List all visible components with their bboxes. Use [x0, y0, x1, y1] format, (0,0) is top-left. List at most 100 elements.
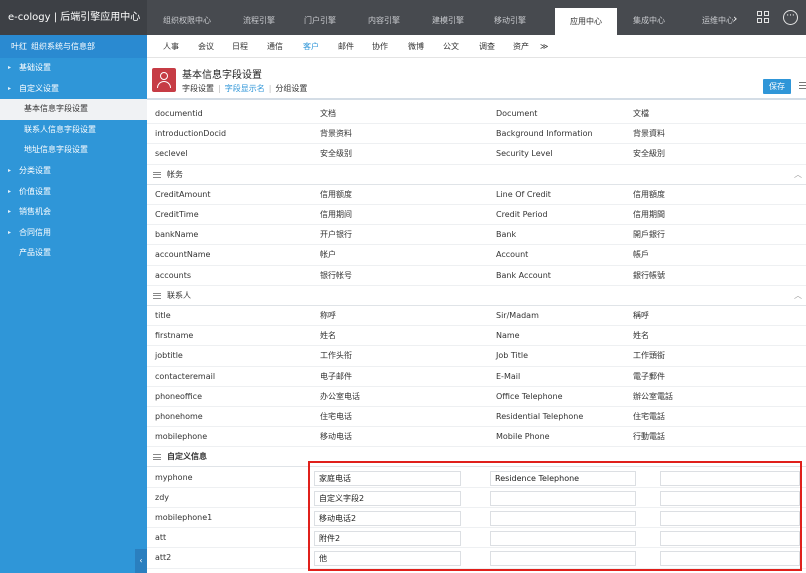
sidebar-item[interactable]: 联系人信息字段设置	[0, 120, 147, 141]
label-tw: 電子郵件	[633, 371, 665, 381]
table-row: phonehome 住宅电话 Residential Telephone 住宅電話	[147, 407, 806, 428]
table-row: CreditTime 信用期间 Credit Period 信用期間	[147, 205, 806, 226]
table-row: phoneoffice 办公室电话 Office Telephone 辦公室電話	[147, 387, 806, 407]
label-zh-input[interactable]: 家庭电话	[314, 470, 461, 486]
sidebar-item[interactable]: 产品设置	[0, 243, 147, 264]
section-header[interactable]: 自定义信息	[147, 447, 806, 468]
sidebar-item[interactable]: ▸ 分类设置	[0, 161, 147, 182]
page-tab[interactable]: 分组设置	[275, 84, 307, 93]
label-tw: 信用期間	[633, 210, 665, 219]
sidebar-item[interactable]: 地址信息字段设置	[0, 140, 147, 161]
module-tab[interactable]: 邮件	[338, 35, 354, 58]
field-name: myphone	[155, 472, 193, 482]
label-zh: 背景资料	[320, 129, 352, 139]
top-nav-item[interactable]: 建模引擎	[417, 0, 479, 35]
field-name: contacteremail	[155, 371, 216, 381]
label-en: Background Information	[496, 129, 593, 139]
table-row: accountName 帐户 Account 帳戶	[147, 245, 806, 266]
field-name: phoneoffice	[155, 391, 202, 401]
label-tw-input[interactable]	[660, 551, 800, 567]
sidebar-item[interactable]: ▸ 合同信用	[0, 223, 147, 244]
module-tab[interactable]: 客户	[303, 35, 319, 58]
module-tab[interactable]: 调查	[479, 35, 495, 58]
chevron-up-icon[interactable]: ︿	[794, 286, 802, 306]
table-row: zdy 自定义字段2	[147, 488, 806, 508]
sidebar-item[interactable]: 基本信息字段设置	[0, 99, 147, 120]
label-zh: 文档	[320, 109, 336, 118]
field-name: jobtitle	[155, 351, 183, 361]
module-tab[interactable]: 日程	[232, 35, 248, 58]
save-button[interactable]: 保存	[763, 79, 791, 94]
label-zh-input[interactable]: 移动电话2	[314, 511, 461, 526]
sidebar-item[interactable]: ▸ 基础设置	[0, 58, 147, 79]
section-label: 联系人	[167, 290, 191, 300]
label-en: Job Title	[496, 351, 529, 361]
top-nav-item[interactable]: 内容引擎	[353, 0, 415, 35]
label-tw-input[interactable]	[660, 470, 800, 486]
table-row: documentid 文档 Document 文檔	[147, 104, 806, 125]
module-tab[interactable]: 协作	[372, 35, 388, 58]
table-row: jobtitle 工作头衔 Job Title 工作頭銜	[147, 346, 806, 367]
caret-right-icon: ▸	[8, 84, 12, 92]
top-nav-item[interactable]: 集成中心	[618, 0, 680, 35]
label-tw-input[interactable]	[660, 490, 800, 506]
page-tab[interactable]: 字段设置	[182, 84, 214, 93]
chevron-up-icon[interactable]: ︿	[794, 165, 802, 185]
top-nav-item[interactable]: 应用中心	[555, 8, 617, 35]
label-en-input[interactable]: Residence Telephone	[490, 470, 636, 486]
sidebar: 叶红 组织系统与信息部 ▸ 基础设置 ▸ 自定义设置 基本信息字段设置 联系人信息字段设置地…	[0, 35, 147, 573]
section-header[interactable]: 帐务 ︿	[147, 165, 806, 185]
top-nav-item[interactable]: 门户引擎	[289, 0, 351, 35]
label-en: Credit Period	[496, 210, 548, 219]
sidebar-item-label: 地址信息字段设置	[24, 145, 88, 155]
label-tw-input[interactable]	[660, 511, 800, 526]
grid-icon[interactable]	[757, 11, 770, 24]
module-tab[interactable]: 会议	[198, 35, 214, 58]
more-dots-icon[interactable]: ···	[783, 10, 798, 25]
module-tab[interactable]: 微博	[408, 35, 424, 58]
sidebar-item[interactable]: ▸ 自定义设置	[0, 79, 147, 100]
field-name: mobilephone1	[155, 513, 213, 522]
label-zh-input[interactable]: 他	[314, 551, 461, 567]
table-row: seclevel 安全级别 Security Level 安全級別	[147, 144, 806, 165]
module-tab[interactable]: ≫	[540, 35, 548, 58]
sidebar-collapse-button[interactable]: ‹	[135, 549, 147, 573]
module-tab[interactable]: 公文	[443, 35, 459, 58]
label-tw-input[interactable]	[660, 531, 800, 547]
top-nav-item[interactable]: 运维中心	[687, 0, 749, 35]
module-tab[interactable]: 通信	[267, 35, 283, 58]
page-tab[interactable]: 字段显示名	[225, 84, 265, 93]
label-en-input[interactable]	[490, 531, 636, 547]
header-divider	[147, 98, 806, 100]
label-en: Bank Account	[496, 270, 551, 280]
section-header[interactable]: 联系人 ︿	[147, 286, 806, 306]
module-tab[interactable]: 人事	[163, 35, 179, 58]
module-tab[interactable]: 资产	[513, 35, 529, 58]
label-en-input[interactable]	[490, 551, 636, 567]
label-en-input[interactable]	[490, 490, 636, 506]
label-en: Mobile Phone	[496, 432, 550, 442]
sidebar-item[interactable]: ▸ 销售机会	[0, 202, 147, 223]
table-row: myphone 家庭电话 Residence Telephone	[147, 468, 806, 488]
label-zh: 帐户	[320, 250, 336, 260]
label-en-input[interactable]	[490, 511, 636, 526]
label-tw: 帳戶	[633, 250, 649, 260]
field-name: introductionDocid	[155, 129, 227, 139]
module-nav: 人事 会议 日程 通信 客户 邮件 协作 微博 公文 调查 资产 ≫	[147, 35, 806, 58]
table-row: mobilephone1 移动电话2	[147, 508, 806, 529]
label-zh: 住宅电话	[320, 412, 352, 421]
menu-icon[interactable]	[799, 82, 806, 91]
chevron-right-icon[interactable]: ›	[733, 12, 737, 25]
sidebar-header: 叶红 组织系统与信息部	[0, 35, 147, 58]
label-tw: 辦公室電話	[633, 391, 673, 401]
label-zh-input[interactable]: 自定义字段2	[314, 490, 461, 506]
top-nav-item[interactable]: 组织权限中心	[156, 0, 218, 35]
field-name: CreditTime	[155, 210, 199, 219]
label-en: Office Telephone	[496, 391, 563, 401]
top-nav-item[interactable]: 流程引擎	[228, 0, 290, 35]
label-zh-input[interactable]: 附件2	[314, 531, 461, 547]
top-nav-item[interactable]: 移动引擎	[479, 0, 541, 35]
label-zh: 安全级别	[320, 149, 352, 159]
sidebar-item[interactable]: ▸ 价值设置	[0, 182, 147, 203]
label-zh: 信用期间	[320, 210, 352, 219]
